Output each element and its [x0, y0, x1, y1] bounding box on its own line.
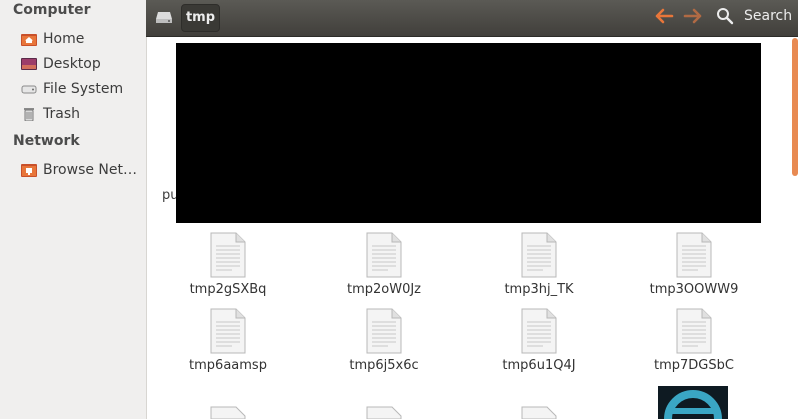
sidebar-heading-network: Network	[13, 133, 80, 149]
toolbar: tmp Search	[146, 0, 798, 37]
sidebar-item-file-system[interactable]: File System	[16, 78, 144, 100]
sidebar-heading-computer: Computer	[13, 2, 91, 18]
text-document-icon	[210, 232, 246, 278]
text-document-icon[interactable]	[366, 406, 402, 419]
home-folder-icon	[21, 34, 37, 46]
sidebar-item-label: Browse Net…	[43, 162, 138, 178]
drive-button[interactable]	[152, 6, 176, 28]
image-thumbnail-graphic	[664, 390, 722, 419]
text-document-icon[interactable]	[521, 406, 557, 419]
sidebar-item-trash[interactable]: Trash	[16, 103, 144, 125]
text-document-icon[interactable]	[210, 406, 246, 419]
trash-icon	[24, 108, 34, 121]
sidebar-item-label: Home	[43, 31, 85, 47]
file-item[interactable]: tmp6j5x6c	[306, 308, 456, 378]
sidebar-item-home[interactable]: Home	[16, 28, 144, 50]
forward-arrow-icon[interactable]	[683, 8, 703, 24]
text-document-icon	[366, 232, 402, 278]
text-document-icon	[366, 308, 402, 354]
file-name: tmp2gSXBq	[189, 282, 267, 297]
sidebar-item-label: File System	[43, 81, 124, 97]
file-name: tmp3hj_TK	[504, 282, 574, 297]
sidebar-item-browse-network[interactable]: Browse Net…	[16, 159, 144, 181]
file-item[interactable]: tmp3hj_TK	[461, 232, 611, 302]
sidebar-item-label: Trash	[43, 106, 80, 122]
text-document-icon	[210, 308, 246, 354]
search-icon[interactable]	[716, 7, 734, 25]
file-name: tmp6aamsp	[189, 358, 267, 373]
file-item[interactable]: tmp2gSXBq	[150, 232, 300, 302]
desktop-icon	[21, 58, 37, 70]
file-name: tmp6u1Q4J	[502, 358, 576, 373]
network-icon	[21, 164, 37, 177]
text-document-icon	[676, 308, 712, 354]
image-thumbnail[interactable]	[658, 386, 728, 419]
drive-icon	[21, 85, 37, 94]
back-arrow-icon[interactable]	[654, 8, 674, 24]
text-document-icon	[521, 232, 557, 278]
scrollbar[interactable]	[792, 38, 798, 176]
path-button-tmp[interactable]: tmp	[181, 4, 220, 32]
file-name: tmp2oW0Jz	[346, 282, 422, 297]
file-item[interactable]: tmp7DGSbC	[616, 308, 766, 378]
sidebar: Computer Home Desktop File System Trash …	[0, 0, 147, 419]
file-name: tmp3OOWW9	[649, 282, 739, 297]
sidebar-item-label: Desktop	[43, 56, 101, 72]
text-document-icon	[521, 308, 557, 354]
drive-icon	[156, 12, 172, 23]
search-button-label[interactable]: Search	[744, 8, 792, 24]
file-item[interactable]: tmp6aamsp	[150, 308, 300, 378]
sidebar-item-desktop[interactable]: Desktop	[16, 53, 144, 75]
file-item[interactable]: tmp3OOWW9	[616, 232, 766, 302]
file-name: tmp7DGSbC	[654, 358, 734, 373]
redaction-overlay	[176, 43, 761, 223]
file-item[interactable]: tmp2oW0Jz	[306, 232, 456, 302]
text-document-icon	[676, 232, 712, 278]
file-name: tmp6j5x6c	[349, 358, 419, 373]
file-item[interactable]: tmp6u1Q4J	[461, 308, 611, 378]
